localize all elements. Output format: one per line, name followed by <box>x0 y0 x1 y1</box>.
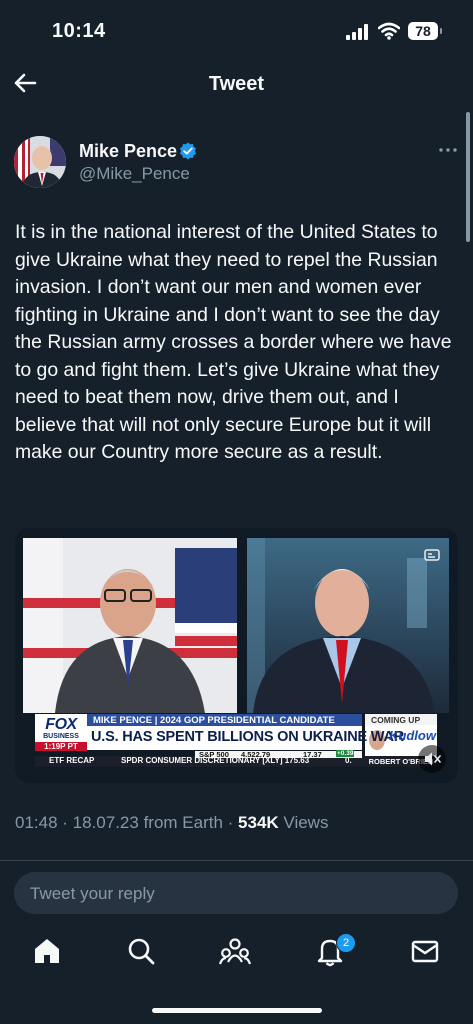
tweet-date: 18.07.23 <box>72 813 139 832</box>
show-name: Kudlow <box>389 728 436 743</box>
tweet-text: It is in the national interest of the Un… <box>15 221 452 463</box>
notification-badge: 2 <box>336 933 356 953</box>
ticker-text: SPDR CONSUMER DISCRETIONARY [XLY] 175.63 <box>121 756 310 765</box>
divider <box>0 860 473 861</box>
broadcast-clock: 1:19P PT <box>44 742 78 751</box>
headline: U.S. HAS SPENT BILLIONS ON UKRAINE WAR <box>91 729 405 745</box>
author-name[interactable]: Mike Pence <box>79 141 177 162</box>
home-indicator <box>152 1008 322 1013</box>
reply-placeholder: Tweet your reply <box>30 884 155 903</box>
avatar-photo <box>14 136 66 188</box>
search-icon[interactable] <box>124 934 158 968</box>
channel-logo: FOX <box>45 716 77 733</box>
battery-indicator: 78 <box>408 22 442 40</box>
video-settings-icon[interactable] <box>424 547 440 563</box>
messages-mail-icon[interactable] <box>408 934 442 968</box>
tweet-source: from Earth <box>143 813 223 832</box>
scrollbar[interactable] <box>466 112 470 242</box>
signal-icon <box>346 24 370 40</box>
tweet-time: 01:48 <box>15 813 58 832</box>
speaker-muted-icon <box>425 752 441 766</box>
page-title: Tweet <box>208 73 265 95</box>
status-bar: 10:14 78 <box>0 0 473 62</box>
top-nav: Tweet <box>0 62 473 106</box>
tweet-meta: 01:48 · 18.07.23 from Earth · 534K Views <box>15 813 329 832</box>
verified-badge-icon <box>180 142 196 160</box>
more-options-icon[interactable] <box>438 140 458 160</box>
ticker-change: 0. <box>345 756 352 765</box>
wifi-icon <box>378 22 400 40</box>
ticker-left: ETF RECAP <box>49 756 95 765</box>
tweet-video[interactable]: FOX BUSINESS 1:19P PT MIKE PENCE | 2024 … <box>15 528 458 783</box>
author-handle[interactable]: @Mike_Pence <box>79 164 190 184</box>
coming-up-label: COMING UP <box>371 715 421 725</box>
mute-button[interactable] <box>418 745 446 773</box>
views-count: 534K <box>238 813 279 832</box>
lower-third-title: MIKE PENCE | 2024 GOP PRESIDENTIAL CANDI… <box>93 715 335 726</box>
views-label: Views <box>283 813 329 832</box>
avatar[interactable] <box>14 136 66 188</box>
bottom-tab-bar <box>0 930 473 980</box>
reply-input[interactable]: Tweet your reply <box>14 872 458 914</box>
communities-icon[interactable] <box>218 934 252 968</box>
channel-sub: BUSINESS <box>43 733 79 740</box>
home-icon[interactable] <box>30 934 64 968</box>
status-time: 10:14 <box>52 20 106 42</box>
